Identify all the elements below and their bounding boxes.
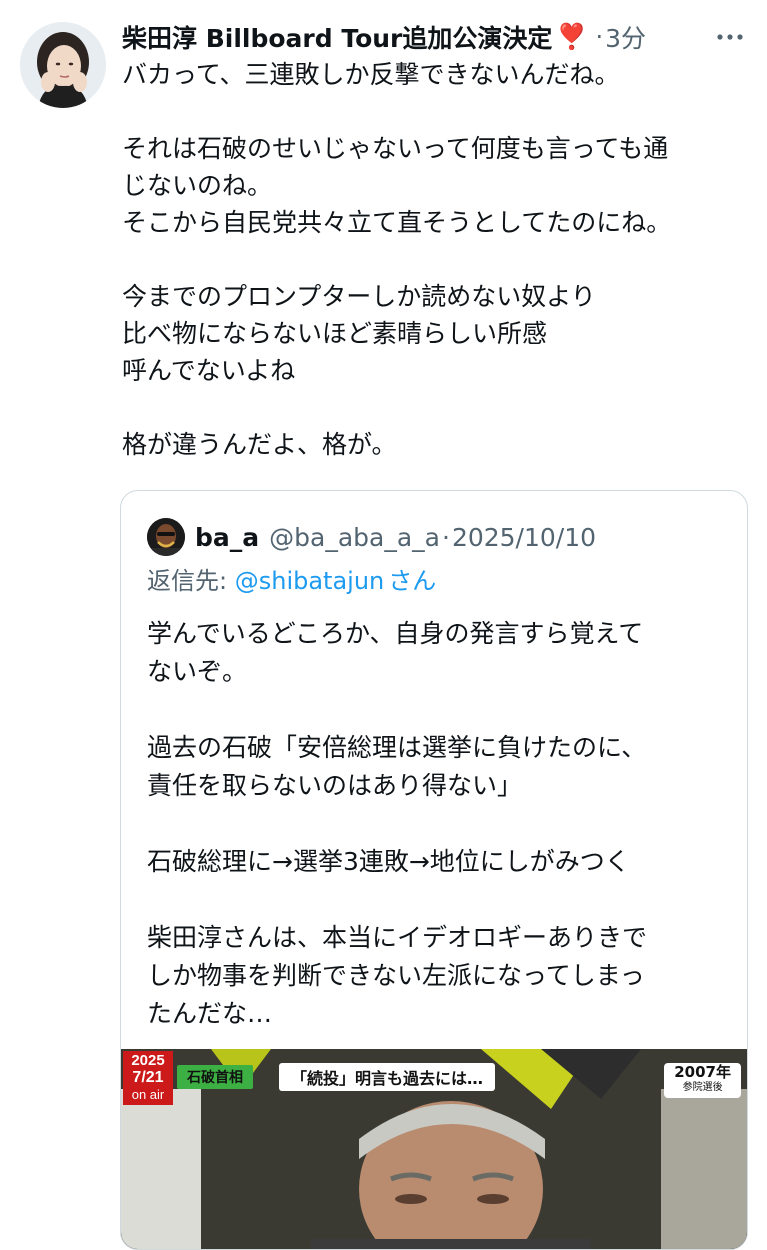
quoted-line: 責任を取らないのはあり得ない」 — [147, 771, 523, 800]
quoted-line: 過去の石破「安倍総理は選挙に負けたのに、 — [147, 733, 647, 762]
tweet-text: バカって、三連敗しか反撃できないんだね。 それは石破のせいじゃないって何度も言っ… — [122, 56, 752, 463]
quoted-author-name[interactable]: ba_a — [195, 523, 259, 552]
tweet-line-gap — [122, 241, 752, 278]
quoted-tweet-date[interactable]: 2025/10/10 — [452, 523, 596, 552]
tweet-timestamp[interactable]: 3分 — [605, 19, 646, 55]
broadcast-caption-year: 2007年 参院選後 — [664, 1063, 741, 1098]
broadcast-year: 2025 — [131, 1052, 165, 1069]
quoted-tweet-header: ba_a @ba_aba_a_a · 2025/10/10 — [147, 517, 596, 557]
quoted-line-gap — [147, 691, 727, 729]
quoted-author-avatar[interactable] — [147, 518, 185, 556]
broadcast-caption-main: 「続投」明言も過去には… — [279, 1063, 496, 1091]
more-horizontal-icon[interactable] — [713, 20, 747, 54]
author-display-name[interactable]: 柴田淳 Billboard Tour追加公演決定 — [122, 19, 552, 55]
quoted-tweet[interactable]: ba_a @ba_aba_a_a · 2025/10/10 返信先: @shib… — [120, 490, 748, 1250]
broadcast-month-day: 7/21 — [132, 1069, 164, 1086]
author-avatar[interactable] — [20, 22, 106, 108]
reply-mention-link[interactable]: @shibatajun — [235, 567, 385, 595]
quoted-line: しか物事を判断できない左派になってしまっ — [147, 961, 645, 990]
broadcast-date-badge: 2025 7/21 on air — [123, 1051, 173, 1105]
tweet-line: 呼んでないよね — [122, 356, 296, 385]
quoted-tweet-text: 学んでいるどころか、自身の発言すら覚えて ないぞ。 過去の石破「安倍総理は選挙に… — [147, 615, 727, 1033]
tweet-line-gap — [122, 389, 752, 426]
reply-context: 返信先: @shibatajun さん — [147, 561, 436, 596]
quoted-line-gap — [147, 881, 727, 919]
tweet-header: 柴田淳 Billboard Tour追加公演決定 ❣️ · 3分 — [122, 16, 747, 58]
quoted-line: たんだな… — [147, 999, 273, 1028]
header-separator: · — [595, 23, 604, 51]
reply-honorific: さん — [388, 567, 437, 595]
quoted-line: 石破総理に→選挙3連敗→地位にしがみつく — [147, 847, 630, 876]
quoted-header-separator: · — [441, 522, 450, 552]
quoted-line: 学んでいるどころか、自身の発言すら覚えて — [147, 619, 644, 648]
caption-sub-text: 参院選後 — [682, 1082, 723, 1093]
tweet-line: バカって、三連敗しか反撃できないんだね。 — [122, 60, 620, 89]
caption-year-text: 2007年 — [674, 1063, 731, 1081]
quoted-line: ないぞ。 — [147, 657, 248, 686]
reply-label: 返信先: — [147, 567, 228, 595]
tweet-line: 今までのプロンプターしか読めない奴より — [122, 282, 596, 311]
tweet-line: 格が違うんだよ、格が。 — [122, 430, 397, 459]
tweet-line: それは石破のせいじゃないって何度も言っても通 — [122, 134, 669, 163]
tweet-line: 比べ物にならないほど素晴らしい所感 — [122, 319, 548, 348]
quoted-line-gap — [147, 805, 727, 843]
broadcast-caption-name: 石破首相 — [177, 1065, 253, 1089]
tweet-line: じないのね。 — [122, 171, 273, 200]
heart-exclamation-emoji: ❣️ — [556, 22, 588, 51]
quoted-author-handle[interactable]: @ba_aba_a_a — [269, 523, 440, 552]
on-air-label: on air — [131, 1087, 165, 1102]
tweet-line-gap — [122, 93, 752, 130]
quoted-line: 柴田淳さんは、本当にイデオロギーありきで — [147, 923, 648, 952]
quoted-media-image[interactable]: 2025 7/21 on air 石破首相 「続投」明言も過去には… 2007年… — [121, 1049, 747, 1249]
tweet-line: そこから自民党共々立て直そうとしてたのにね。 — [122, 208, 672, 237]
